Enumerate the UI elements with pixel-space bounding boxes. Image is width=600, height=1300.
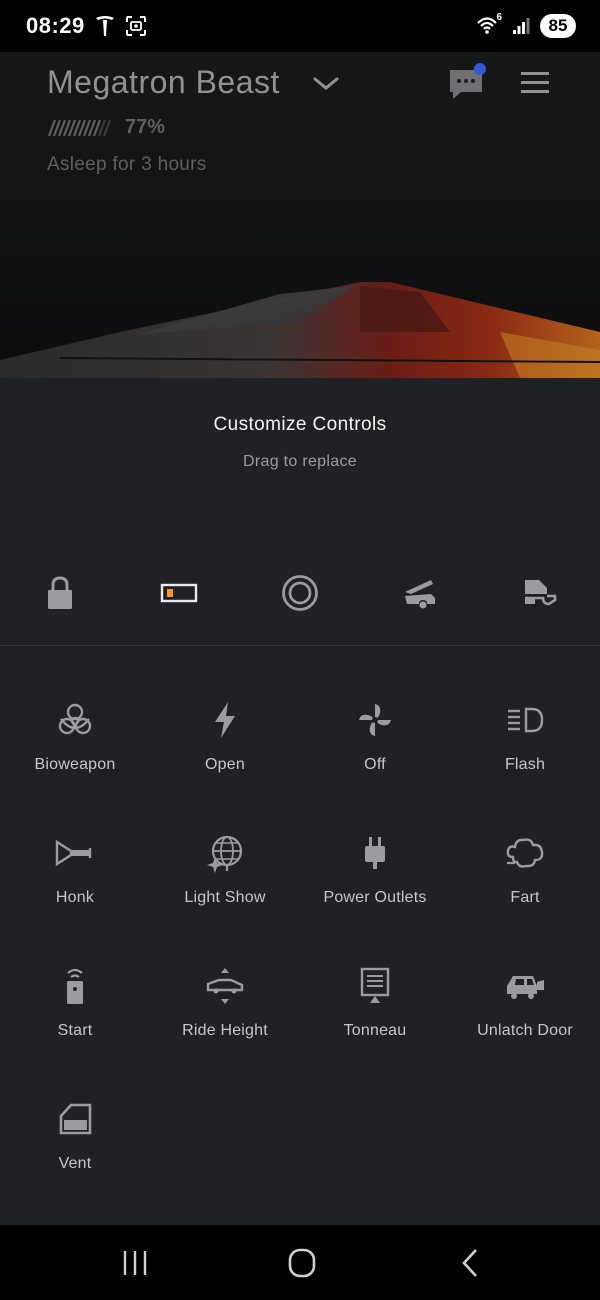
fart-cloud-icon bbox=[506, 838, 544, 868]
charge-percent: 77% bbox=[125, 116, 166, 138]
unlatch-door-icon bbox=[507, 976, 544, 999]
control-power-outlets[interactable]: Power Outlets bbox=[300, 811, 450, 921]
climate-ring-icon bbox=[282, 575, 318, 611]
wifi-icon: 6 bbox=[476, 12, 502, 37]
control-label: Flash bbox=[504, 756, 546, 773]
horn-icon bbox=[55, 839, 92, 867]
network-type: 6 bbox=[496, 12, 502, 23]
control-label: Ride Height bbox=[182, 1022, 268, 1039]
control-flash[interactable]: Flash bbox=[450, 678, 600, 788]
slot-lock[interactable] bbox=[30, 568, 90, 618]
status-time: 08:29 bbox=[26, 13, 85, 38]
home-icon[interactable] bbox=[284, 1247, 320, 1279]
tonneau-icon bbox=[360, 967, 390, 1003]
control-start[interactable]: Start bbox=[0, 944, 150, 1054]
back-icon[interactable] bbox=[452, 1247, 488, 1279]
lock-icon bbox=[48, 576, 72, 609]
tesla-logo-icon bbox=[95, 16, 114, 36]
control-label: Vent bbox=[58, 1155, 92, 1172]
window-vent-icon bbox=[59, 1103, 92, 1135]
vehicle-name[interactable]: Megatron Beast bbox=[47, 64, 280, 101]
control-label: Honk bbox=[55, 889, 95, 906]
power-plug-icon bbox=[365, 837, 385, 869]
control-vent[interactable]: Vent bbox=[0, 1077, 150, 1187]
chevron-down-icon[interactable] bbox=[312, 76, 340, 92]
divider bbox=[0, 645, 600, 646]
frunk-icon bbox=[405, 580, 435, 609]
system-nav-bar bbox=[0, 1225, 600, 1300]
control-label: Unlatch Door bbox=[477, 1022, 573, 1039]
control-label: Power Outlets bbox=[323, 889, 427, 906]
control-label: Open bbox=[205, 756, 245, 773]
scan-icon bbox=[125, 16, 146, 36]
vehicle-state: Asleep for 3 hours bbox=[47, 154, 207, 175]
tailgate-icon bbox=[525, 580, 557, 606]
status-bar: 08:29 6 85 bbox=[0, 0, 600, 52]
panel-subtitle: Drag to replace bbox=[243, 453, 357, 470]
signal-icon bbox=[513, 18, 530, 34]
slot-frunk[interactable] bbox=[390, 568, 450, 618]
control-ride-height[interactable]: Ride Height bbox=[150, 944, 300, 1054]
control-fart[interactable]: Fart bbox=[450, 811, 600, 921]
control-slots bbox=[0, 568, 600, 618]
customize-panel: Customize Controls Drag to replace Biowe… bbox=[0, 378, 600, 1225]
recent-apps-icon[interactable] bbox=[117, 1247, 153, 1279]
cybertruck-image bbox=[0, 282, 600, 378]
panel-title: Customize Controls bbox=[213, 414, 387, 435]
slot-charge-port[interactable] bbox=[150, 568, 210, 618]
control-light-show[interactable]: Light Show bbox=[150, 811, 300, 921]
control-unlatch-door[interactable]: Unlatch Door bbox=[450, 944, 600, 1054]
headlight-icon bbox=[508, 707, 544, 733]
menu-icon[interactable] bbox=[518, 68, 552, 98]
slot-tailgate[interactable] bbox=[510, 568, 570, 618]
control-bioweapon[interactable]: Bioweapon bbox=[0, 678, 150, 788]
control-label: Start bbox=[57, 1022, 93, 1039]
messages-button[interactable] bbox=[447, 63, 487, 106]
light-show-icon bbox=[207, 835, 243, 873]
control-open[interactable]: Open bbox=[150, 678, 300, 788]
control-label: Light Show bbox=[184, 889, 266, 906]
fan-icon bbox=[359, 704, 391, 736]
vehicle-hero: Megatron Beast 77% Asleep for 3 hours bbox=[0, 52, 600, 378]
ride-height-icon bbox=[206, 968, 244, 1004]
control-honk[interactable]: Honk bbox=[0, 811, 150, 921]
control-label: Tonneau bbox=[343, 1022, 407, 1039]
control-tonneau[interactable]: Tonneau bbox=[300, 944, 450, 1054]
control-fan[interactable]: Off bbox=[300, 678, 450, 788]
battery-status: 77% bbox=[47, 116, 165, 139]
notification-dot bbox=[474, 63, 486, 75]
control-label: Off bbox=[364, 756, 386, 773]
charge-port-icon bbox=[160, 583, 198, 603]
control-label: Fart bbox=[510, 889, 540, 906]
charge-bar-icon bbox=[47, 119, 112, 136]
lightning-icon bbox=[215, 702, 235, 738]
battery-level: 85 bbox=[540, 14, 576, 38]
control-label: Bioweapon bbox=[34, 756, 116, 773]
remote-start-icon bbox=[67, 968, 83, 1004]
biohazard-icon bbox=[58, 703, 92, 735]
slot-climate[interactable] bbox=[270, 568, 330, 618]
